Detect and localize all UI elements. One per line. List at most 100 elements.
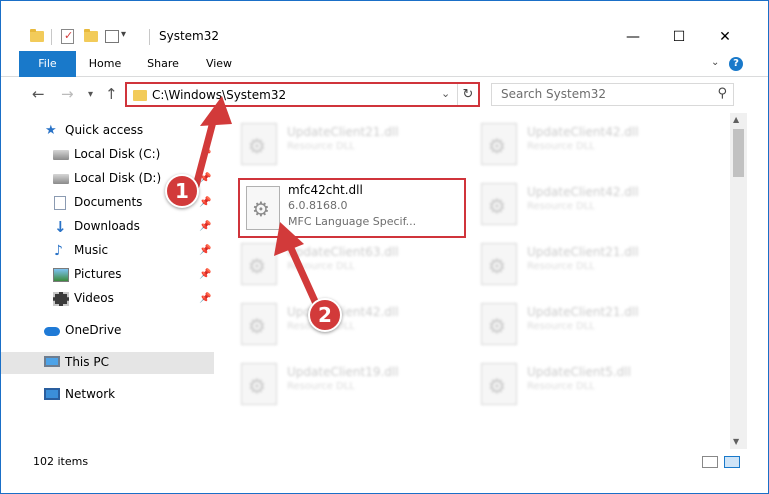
- close-button[interactable]: ✕: [702, 27, 748, 47]
- dll-file-icon: [481, 363, 517, 405]
- file-item[interactable]: UpdateClient42.dll Resource DLL: [227, 297, 457, 355]
- nav-item-quick-access[interactable]: ★ Quick access: [1, 120, 214, 142]
- nav-item-this-pc[interactable]: This PC: [1, 352, 214, 374]
- window-title: System32: [159, 29, 220, 43]
- drive-icon: [53, 174, 69, 184]
- pictures-icon: [53, 268, 69, 282]
- cloud-icon: [44, 327, 60, 336]
- dll-file-icon: [481, 243, 517, 285]
- help-icon[interactable]: ?: [729, 57, 743, 71]
- dll-file-icon: [241, 123, 277, 165]
- address-path[interactable]: C:\Windows\System32: [152, 88, 286, 102]
- search-input[interactable]: Search System32 ⚲: [491, 83, 734, 106]
- dll-file-icon: [246, 186, 280, 230]
- scroll-up-icon[interactable]: ▲: [733, 115, 739, 124]
- file-item[interactable]: UpdateClient5.dll Resource DLL: [467, 357, 697, 415]
- refresh-icon[interactable]: ↻: [457, 84, 478, 105]
- file-item[interactable]: UpdateClient21.dll Resource DLL: [467, 237, 697, 295]
- file-description: Resource DLL: [287, 141, 355, 152]
- nav-item-label: This PC: [65, 355, 109, 369]
- scroll-thumb[interactable]: [733, 129, 744, 177]
- file-item[interactable]: UpdateClient19.dll Resource DLL: [227, 357, 457, 415]
- scroll-down-icon[interactable]: ▼: [733, 437, 739, 446]
- step-1-badge: 1: [165, 174, 199, 208]
- file-description: Resource DLL: [527, 261, 595, 272]
- computer-icon: [44, 356, 60, 367]
- maximize-button[interactable]: ☐: [656, 27, 702, 47]
- pin-icon[interactable]: 📌: [199, 197, 211, 208]
- nav-item-onedrive[interactable]: OneDrive: [1, 320, 214, 342]
- chevron-down-icon[interactable]: ⌄: [711, 57, 719, 68]
- file-name: UpdateClient42.dll: [527, 185, 639, 199]
- address-bar[interactable]: C:\Windows\System32 ⌄ ↻: [125, 82, 480, 107]
- file-name: UpdateClient19.dll: [287, 365, 399, 379]
- file-item[interactable]: UpdateClient21.dll Resource DLL: [467, 297, 697, 355]
- tab-file[interactable]: File: [19, 51, 76, 77]
- file-description: Resource DLL: [287, 261, 355, 272]
- videos-icon: [53, 292, 69, 306]
- nav-item-label: Downloads: [74, 219, 140, 233]
- tiles-view-icon[interactable]: [724, 456, 740, 468]
- pin-icon[interactable]: 📌: [199, 221, 211, 232]
- dll-file-icon: [481, 123, 517, 165]
- pin-icon[interactable]: 📌: [199, 293, 211, 304]
- star-icon: ★: [45, 123, 57, 138]
- nav-item-pictures[interactable]: Pictures 📌: [1, 264, 214, 286]
- checkmark-icon: ✓: [64, 29, 74, 42]
- nav-item-label: Local Disk (C:): [74, 147, 161, 161]
- nav-item-label: Documents: [74, 195, 143, 209]
- drive-icon: [53, 150, 69, 160]
- folder-icon: [133, 90, 147, 101]
- file-description: Resource DLL: [527, 201, 595, 212]
- pin-icon[interactable]: 📌: [199, 245, 211, 256]
- nav-item-network[interactable]: Network: [1, 384, 214, 406]
- file-name: UpdateClient5.dll: [527, 365, 631, 379]
- details-view-icon[interactable]: [702, 456, 718, 468]
- nav-item-downloads[interactable]: ↓ Downloads 📌: [1, 216, 214, 238]
- tab-share[interactable]: Share: [141, 51, 185, 77]
- dll-file-icon: [241, 303, 277, 345]
- search-placeholder: Search System32: [501, 87, 607, 101]
- vertical-scrollbar[interactable]: ▲ ▼: [730, 113, 747, 449]
- file-description: MFC Language Specif...: [288, 215, 417, 228]
- pin-icon[interactable]: 📌: [199, 149, 211, 160]
- file-list: UpdateClient21.dll Resource DLL UpdateCl…: [227, 113, 730, 449]
- properties-icon[interactable]: ✓: [61, 29, 74, 44]
- forward-arrow-icon[interactable]: →: [61, 85, 74, 103]
- file-version: 6.0.8168.0: [288, 199, 348, 212]
- nav-item-label: Network: [65, 387, 116, 401]
- nav-item-music[interactable]: ♪ Music 📌: [1, 240, 214, 262]
- nav-item-local-disk-c[interactable]: Local Disk (C:) 📌: [1, 144, 214, 166]
- file-item[interactable]: UpdateClient42.dll Resource DLL: [467, 117, 697, 175]
- file-name: UpdateClient42.dll: [287, 305, 399, 319]
- nav-item-label: Local Disk (D:): [74, 171, 162, 185]
- recent-chevron-icon[interactable]: ▾: [88, 89, 93, 100]
- nav-item-label: Quick access: [65, 123, 144, 137]
- new-folder-icon[interactable]: [84, 29, 98, 42]
- minimize-button[interactable]: —: [610, 27, 656, 47]
- tab-home[interactable]: Home: [83, 51, 127, 77]
- pin-icon[interactable]: 📌: [199, 269, 211, 280]
- up-arrow-icon[interactable]: ↑: [105, 85, 118, 103]
- file-item[interactable]: UpdateClient21.dll Resource DLL: [227, 117, 457, 175]
- chevron-down-icon[interactable]: ▾: [121, 29, 126, 40]
- nav-item-videos[interactable]: Videos 📌: [1, 288, 214, 310]
- tab-view[interactable]: View: [197, 51, 241, 77]
- file-name: UpdateClient21.dll: [287, 125, 399, 139]
- dll-file-icon: [481, 303, 517, 345]
- back-arrow-icon[interactable]: ←: [32, 85, 45, 103]
- file-description: Resource DLL: [287, 381, 355, 392]
- explorer-window: ✓ ▾ System32 — ☐ ✕ File Home Share View …: [0, 0, 769, 494]
- pin-icon[interactable]: 📌: [199, 173, 211, 184]
- file-name: UpdateClient21.dll: [527, 245, 639, 259]
- search-icon[interactable]: ⚲: [717, 86, 727, 101]
- nav-item-label: OneDrive: [65, 323, 122, 337]
- item-count: 102 items: [33, 455, 89, 468]
- chevron-down-icon[interactable]: ⌄: [441, 87, 450, 100]
- file-item[interactable]: UpdateClient63.dll Resource DLL: [227, 237, 457, 295]
- file-item-mfc42cht[interactable]: mfc42cht.dll 6.0.8168.0 MFC Language Spe…: [238, 178, 466, 238]
- customize-icon[interactable]: [105, 30, 119, 43]
- file-item[interactable]: UpdateClient42.dll Resource DLL: [467, 177, 697, 235]
- document-icon: [54, 196, 66, 210]
- folder-icon[interactable]: [30, 29, 44, 42]
